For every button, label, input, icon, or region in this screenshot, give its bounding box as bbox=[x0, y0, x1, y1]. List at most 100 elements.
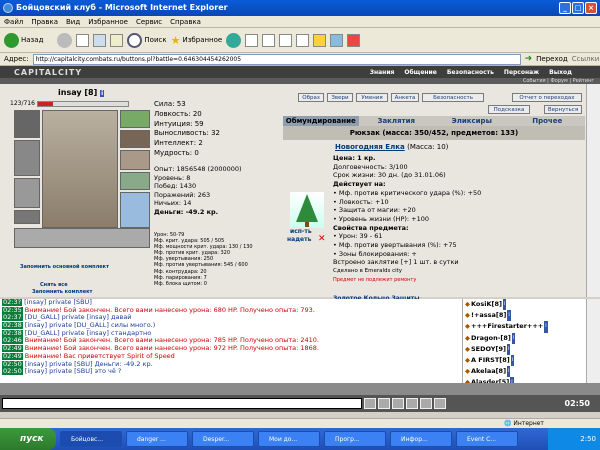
chat-timestamp[interactable]: 02:46 bbox=[2, 337, 23, 345]
remove-all-link[interactable]: Снять все bbox=[40, 282, 68, 288]
links-label[interactable]: Ссылки bbox=[572, 55, 600, 63]
filter-button[interactable] bbox=[406, 398, 418, 409]
clear-button[interactable] bbox=[378, 398, 390, 409]
user-name[interactable]: !+assa[8] bbox=[471, 310, 506, 321]
transitions-report-button[interactable]: Отчет о переходах bbox=[512, 93, 582, 102]
chat-timestamp[interactable]: 02:38 bbox=[2, 329, 23, 337]
chat-timestamp[interactable]: 02:35 bbox=[2, 306, 23, 314]
gloves-slot[interactable] bbox=[120, 150, 150, 170]
ring-slot-2[interactable] bbox=[120, 130, 150, 148]
taskbar-item[interactable]: Event C... bbox=[456, 431, 518, 447]
user-name[interactable]: SEDOY[9] bbox=[471, 344, 506, 355]
skills-button[interactable]: Умения bbox=[356, 93, 388, 102]
page-scrollbar[interactable] bbox=[586, 84, 600, 297]
menu-view[interactable]: Вид bbox=[66, 18, 80, 26]
armor-slot[interactable] bbox=[14, 178, 40, 208]
menu-help[interactable]: Справка bbox=[170, 18, 201, 26]
user-name[interactable]: +++Firestarter+++ bbox=[471, 321, 543, 332]
refresh-chat-button[interactable] bbox=[434, 398, 446, 409]
taskbar-item[interactable]: Мои до... bbox=[258, 431, 320, 447]
chat-timestamp[interactable]: 02:49 bbox=[2, 345, 23, 353]
tab-equipment[interactable]: Обмундирование bbox=[283, 116, 359, 126]
ring-slot-1[interactable] bbox=[120, 110, 150, 128]
address-input[interactable]: http://capitalcity.combats.ru/buttons.pl… bbox=[32, 53, 521, 65]
user-info-icon[interactable]: i bbox=[511, 332, 516, 344]
security-button[interactable]: Безопасность bbox=[422, 93, 484, 102]
go-button[interactable]: Переход bbox=[536, 55, 568, 63]
drop-icon[interactable]: ✕ bbox=[318, 234, 326, 244]
chat-timestamp[interactable]: 02:3? bbox=[2, 299, 23, 306]
chat-timestamp[interactable]: 02:50 bbox=[2, 368, 23, 376]
user-row[interactable]: ◆ Dragon-[8] i bbox=[463, 332, 586, 344]
go-arrow-icon[interactable]: ➜ bbox=[525, 54, 533, 64]
shield-slot[interactable] bbox=[120, 172, 150, 190]
chat-timestamp[interactable]: 02:38 bbox=[2, 322, 23, 330]
remember-set-link[interactable]: Запомнить комплект bbox=[32, 289, 92, 295]
put-on-link[interactable]: надеть bbox=[287, 236, 311, 243]
edit-icon[interactable] bbox=[279, 33, 293, 47]
forward-icon[interactable] bbox=[57, 32, 73, 48]
taskbar-item[interactable]: danger ... bbox=[126, 431, 188, 447]
research-icon[interactable] bbox=[330, 33, 344, 47]
use-link[interactable]: исп-ть bbox=[290, 228, 312, 235]
minimize-button[interactable]: _ bbox=[559, 2, 571, 14]
remember-main-set[interactable]: Запомнить основной комплект bbox=[20, 264, 109, 270]
tab-spells[interactable]: Заклятия bbox=[358, 116, 434, 126]
user-name[interactable]: Akelaa[8] bbox=[471, 366, 506, 377]
home-icon[interactable] bbox=[110, 33, 124, 47]
chat-timestamp[interactable]: 02:50 bbox=[2, 360, 23, 368]
user-name[interactable]: KosiK[8] bbox=[471, 299, 502, 310]
menu-file[interactable]: Файл bbox=[4, 18, 23, 26]
menu-edit[interactable]: Правка bbox=[31, 18, 58, 26]
back-button[interactable]: Назад bbox=[4, 32, 43, 48]
nav-knowledge[interactable]: Знания bbox=[370, 69, 395, 76]
mail-icon[interactable] bbox=[245, 33, 259, 47]
user-row[interactable]: ◆ !+assa[8] i bbox=[463, 310, 586, 322]
boots-slot[interactable] bbox=[120, 192, 150, 228]
taskbar-item[interactable]: Бойцовс... bbox=[60, 431, 122, 447]
user-row[interactable]: ◆ Akelaa[8] i bbox=[463, 366, 586, 378]
user-info-icon[interactable]: i bbox=[510, 354, 515, 367]
user-name[interactable]: Dragon-[8] bbox=[471, 333, 511, 344]
chat-input[interactable] bbox=[2, 398, 362, 409]
user-name[interactable]: A FIRST[8] bbox=[471, 355, 510, 366]
chat-timestamp[interactable]: 02:49 bbox=[2, 352, 23, 360]
user-row[interactable]: ◆ +++Firestarter+++ i bbox=[463, 321, 586, 333]
sound-button[interactable] bbox=[420, 398, 432, 409]
stop-icon[interactable] bbox=[76, 33, 90, 47]
user-row[interactable]: ◆ A FIRST[8] i bbox=[463, 354, 586, 367]
search-button[interactable]: Поиск bbox=[127, 32, 167, 48]
menu-tools[interactable]: Сервис bbox=[136, 18, 162, 26]
send-button[interactable] bbox=[364, 398, 376, 409]
smiles-button[interactable] bbox=[392, 398, 404, 409]
taskbar-item[interactable]: Прогр... bbox=[324, 431, 386, 447]
messenger-icon[interactable] bbox=[313, 33, 327, 47]
media-icon[interactable] bbox=[226, 32, 242, 48]
user-row[interactable]: ◆ KosiK[8] i bbox=[463, 299, 586, 311]
start-button[interactable]: пуск bbox=[0, 428, 56, 450]
return-button[interactable]: Вернуться bbox=[544, 105, 582, 114]
tab-elixirs[interactable]: Эликсиры bbox=[434, 116, 510, 126]
profile-button[interactable]: Анкета bbox=[391, 93, 419, 102]
user-info-icon[interactable]: i bbox=[507, 366, 511, 378]
nav-character[interactable]: Персонаж bbox=[504, 69, 539, 76]
belt-items[interactable] bbox=[14, 228, 150, 248]
discuss-icon[interactable] bbox=[296, 33, 310, 47]
print-icon[interactable] bbox=[262, 33, 276, 47]
favorites-button[interactable]: ★ Избранное bbox=[171, 34, 223, 47]
weapon-slot[interactable] bbox=[14, 140, 40, 176]
close-button[interactable]: × bbox=[585, 2, 597, 14]
belt-slot[interactable] bbox=[14, 210, 40, 224]
nav-security[interactable]: Безопасность bbox=[447, 69, 494, 76]
pets-button[interactable]: Звери bbox=[327, 93, 353, 102]
user-info-icon[interactable]: i bbox=[544, 321, 548, 333]
nav-communication[interactable]: Общение bbox=[404, 69, 436, 76]
nav-exit[interactable]: Выход bbox=[549, 69, 572, 76]
maximize-button[interactable]: □ bbox=[572, 2, 584, 14]
user-info-icon[interactable]: i bbox=[506, 343, 511, 355]
tool-icon[interactable] bbox=[347, 33, 361, 47]
image-button[interactable]: Образ bbox=[298, 93, 324, 102]
helmet-slot[interactable] bbox=[14, 110, 40, 138]
menu-favorites[interactable]: Избранное bbox=[88, 18, 128, 26]
chat-timestamp[interactable]: 02:37 bbox=[2, 314, 23, 322]
